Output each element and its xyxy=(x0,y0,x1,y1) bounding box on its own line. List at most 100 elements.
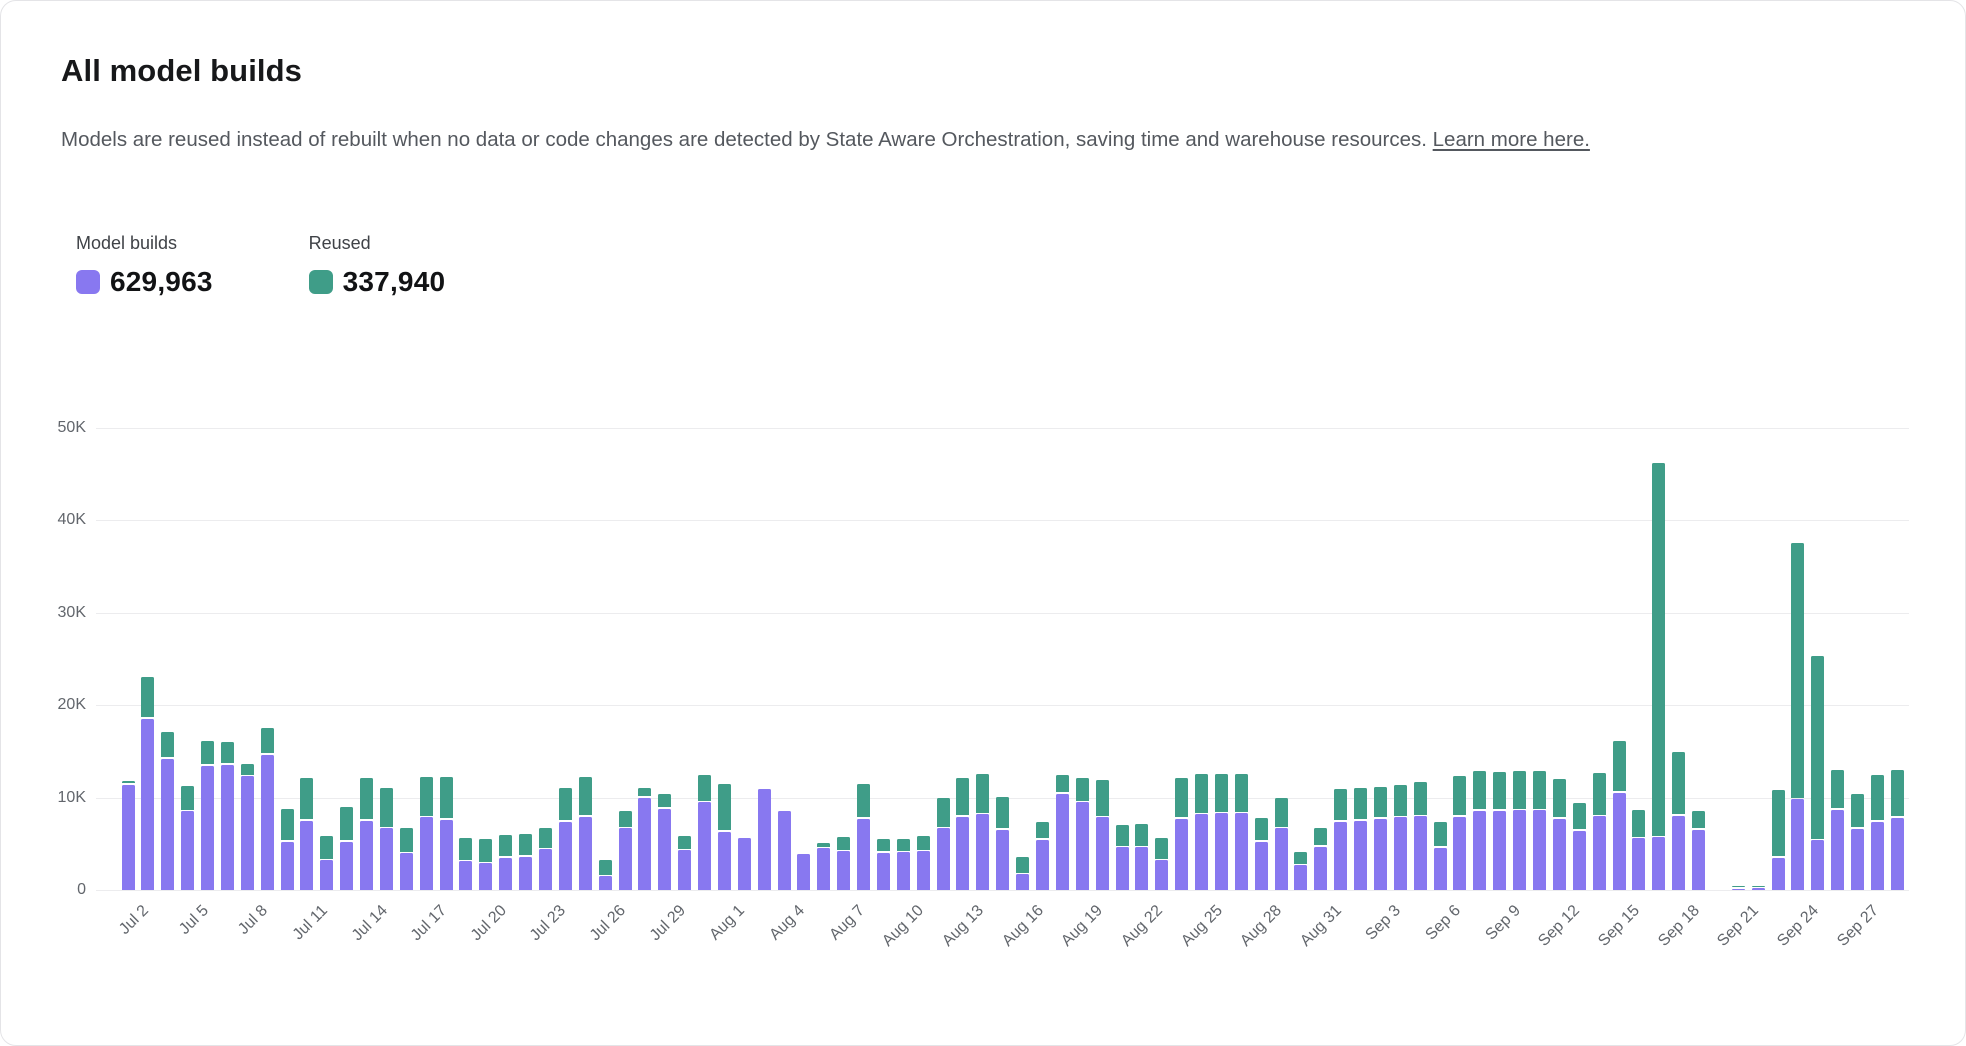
bar-reused-Jul-25[interactable] xyxy=(579,777,592,816)
bar-builds-Jul-19[interactable] xyxy=(459,861,472,890)
bar-builds-Aug-22[interactable] xyxy=(1135,847,1148,890)
bar-reused-Jul-7[interactable] xyxy=(221,742,234,763)
bar-reused-Sep-12[interactable] xyxy=(1553,779,1566,817)
bar-builds-Jul-4[interactable] xyxy=(161,759,174,890)
bar-reused-Aug-17[interactable] xyxy=(1036,822,1049,838)
bar-reused-Aug-18[interactable] xyxy=(1056,775,1069,792)
bar-builds-Sep-27[interactable] xyxy=(1851,829,1864,890)
bar-reused-Aug-6[interactable] xyxy=(817,843,830,847)
bar-builds-Sep-16[interactable] xyxy=(1632,838,1645,890)
bar-builds-Jul-8[interactable] xyxy=(241,776,254,890)
bar-reused-Jul-30[interactable] xyxy=(678,836,691,849)
bar-builds-Aug-24[interactable] xyxy=(1175,819,1188,890)
bar-builds-Aug-23[interactable] xyxy=(1155,860,1168,890)
bar-reused-Jul-27[interactable] xyxy=(619,811,632,827)
bar-reused-Jul-21[interactable] xyxy=(499,835,512,856)
bar-reused-Sep-7[interactable] xyxy=(1453,776,1466,816)
bar-builds-Aug-31[interactable] xyxy=(1314,847,1327,890)
bar-reused-Jul-3[interactable] xyxy=(141,677,154,718)
bar-reused-Jul-17[interactable] xyxy=(420,777,433,816)
bar-builds-Jul-13[interactable] xyxy=(340,842,353,890)
bar-reused-Jul-26[interactable] xyxy=(599,860,612,875)
bar-reused-Jul-29[interactable] xyxy=(658,794,671,807)
bar-builds-Sep-4[interactable] xyxy=(1394,817,1407,890)
bar-builds-Jul-14[interactable] xyxy=(360,821,373,890)
bar-builds-Sep-13[interactable] xyxy=(1573,831,1586,890)
bar-reused-Jul-11[interactable] xyxy=(300,778,313,819)
bar-reused-Aug-11[interactable] xyxy=(917,836,930,850)
bar-builds-Sep-3[interactable] xyxy=(1374,819,1387,890)
bar-reused-Jul-9[interactable] xyxy=(261,728,274,754)
bar-builds-Aug-7[interactable] xyxy=(837,851,850,890)
bar-reused-Jul-8[interactable] xyxy=(241,764,254,775)
bar-reused-Sep-27[interactable] xyxy=(1851,794,1864,827)
bar-builds-Sep-17[interactable] xyxy=(1652,837,1665,890)
bar-builds-Jul-7[interactable] xyxy=(221,765,234,890)
bar-reused-Aug-31[interactable] xyxy=(1314,828,1327,845)
bar-reused-Jul-19[interactable] xyxy=(459,838,472,860)
bar-builds-Aug-13[interactable] xyxy=(956,817,969,890)
bar-builds-Aug-25[interactable] xyxy=(1195,814,1208,890)
bar-reused-Sep-29[interactable] xyxy=(1891,770,1904,816)
bar-reused-Aug-16[interactable] xyxy=(1016,857,1029,873)
bar-reused-Sep-21[interactable] xyxy=(1732,886,1745,887)
bar-builds-Jul-10[interactable] xyxy=(281,842,294,890)
bar-reused-Sep-18[interactable] xyxy=(1672,752,1685,815)
bar-builds-Sep-8[interactable] xyxy=(1473,811,1486,890)
bar-reused-Sep-2[interactable] xyxy=(1354,788,1367,819)
bar-builds-Sep-11[interactable] xyxy=(1533,810,1546,890)
bar-builds-Sep-6[interactable] xyxy=(1434,848,1447,890)
bar-builds-Jul-29[interactable] xyxy=(658,809,671,890)
bar-reused-Sep-3[interactable] xyxy=(1374,787,1387,818)
bar-builds-Aug-21[interactable] xyxy=(1116,847,1129,890)
bar-builds-Jul-20[interactable] xyxy=(479,863,492,890)
bar-builds-Jul-23[interactable] xyxy=(539,849,552,890)
bar-builds-Sep-28[interactable] xyxy=(1871,822,1884,890)
bar-reused-Jul-14[interactable] xyxy=(360,778,373,820)
bar-builds-Jul-22[interactable] xyxy=(519,857,532,890)
bar-builds-Aug-12[interactable] xyxy=(937,828,950,890)
bar-reused-Jul-10[interactable] xyxy=(281,809,294,840)
bar-builds-Aug-19[interactable] xyxy=(1076,802,1089,890)
bar-reused-Aug-26[interactable] xyxy=(1215,774,1228,812)
bar-reused-Aug-9[interactable] xyxy=(877,839,890,852)
bar-builds-Jul-5[interactable] xyxy=(181,811,194,890)
bar-reused-Jul-20[interactable] xyxy=(479,839,492,862)
bar-builds-Sep-14[interactable] xyxy=(1593,816,1606,890)
bar-reused-Sep-1[interactable] xyxy=(1334,789,1347,820)
bar-builds-Sep-29[interactable] xyxy=(1891,818,1904,890)
bar-reused-Sep-4[interactable] xyxy=(1394,785,1407,816)
bar-builds-Jul-30[interactable] xyxy=(678,850,691,890)
bar-builds-Aug-16[interactable] xyxy=(1016,874,1029,890)
bar-builds-Jul-18[interactable] xyxy=(440,820,453,890)
bar-reused-Sep-6[interactable] xyxy=(1434,822,1447,847)
bar-builds-Jul-16[interactable] xyxy=(400,853,413,890)
bar-reused-Aug-10[interactable] xyxy=(897,839,910,851)
bar-reused-Jul-23[interactable] xyxy=(539,828,552,847)
bar-builds-Sep-1[interactable] xyxy=(1334,822,1347,890)
bar-builds-Sep-19[interactable] xyxy=(1692,830,1705,890)
bar-reused-Jul-16[interactable] xyxy=(400,828,413,851)
bar-reused-Aug-29[interactable] xyxy=(1275,798,1288,826)
bar-reused-Sep-9[interactable] xyxy=(1493,772,1506,809)
bar-reused-Aug-8[interactable] xyxy=(857,784,870,817)
bar-builds-Aug-18[interactable] xyxy=(1056,794,1069,890)
bar-builds-Aug-17[interactable] xyxy=(1036,840,1049,890)
bar-builds-Jul-17[interactable] xyxy=(420,817,433,890)
bar-builds-Jul-21[interactable] xyxy=(499,858,512,890)
bar-reused-Sep-10[interactable] xyxy=(1513,771,1526,809)
bar-builds-Jul-28[interactable] xyxy=(638,798,651,891)
bar-builds-Aug-27[interactable] xyxy=(1235,813,1248,890)
bar-builds-Aug-2[interactable] xyxy=(738,838,751,890)
bar-builds-Aug-20[interactable] xyxy=(1096,817,1109,890)
bar-builds-Jul-26[interactable] xyxy=(599,876,612,890)
bar-builds-Aug-6[interactable] xyxy=(817,848,830,890)
bar-builds-Sep-10[interactable] xyxy=(1513,810,1526,890)
bar-builds-Sep-21[interactable] xyxy=(1732,889,1745,890)
bar-builds-Sep-23[interactable] xyxy=(1772,858,1785,890)
bar-reused-Jul-15[interactable] xyxy=(380,788,393,827)
bar-reused-Aug-19[interactable] xyxy=(1076,778,1089,801)
bar-reused-Aug-15[interactable] xyxy=(996,797,1009,828)
bar-builds-Aug-5[interactable] xyxy=(797,854,810,890)
bar-builds-Sep-15[interactable] xyxy=(1613,793,1626,890)
